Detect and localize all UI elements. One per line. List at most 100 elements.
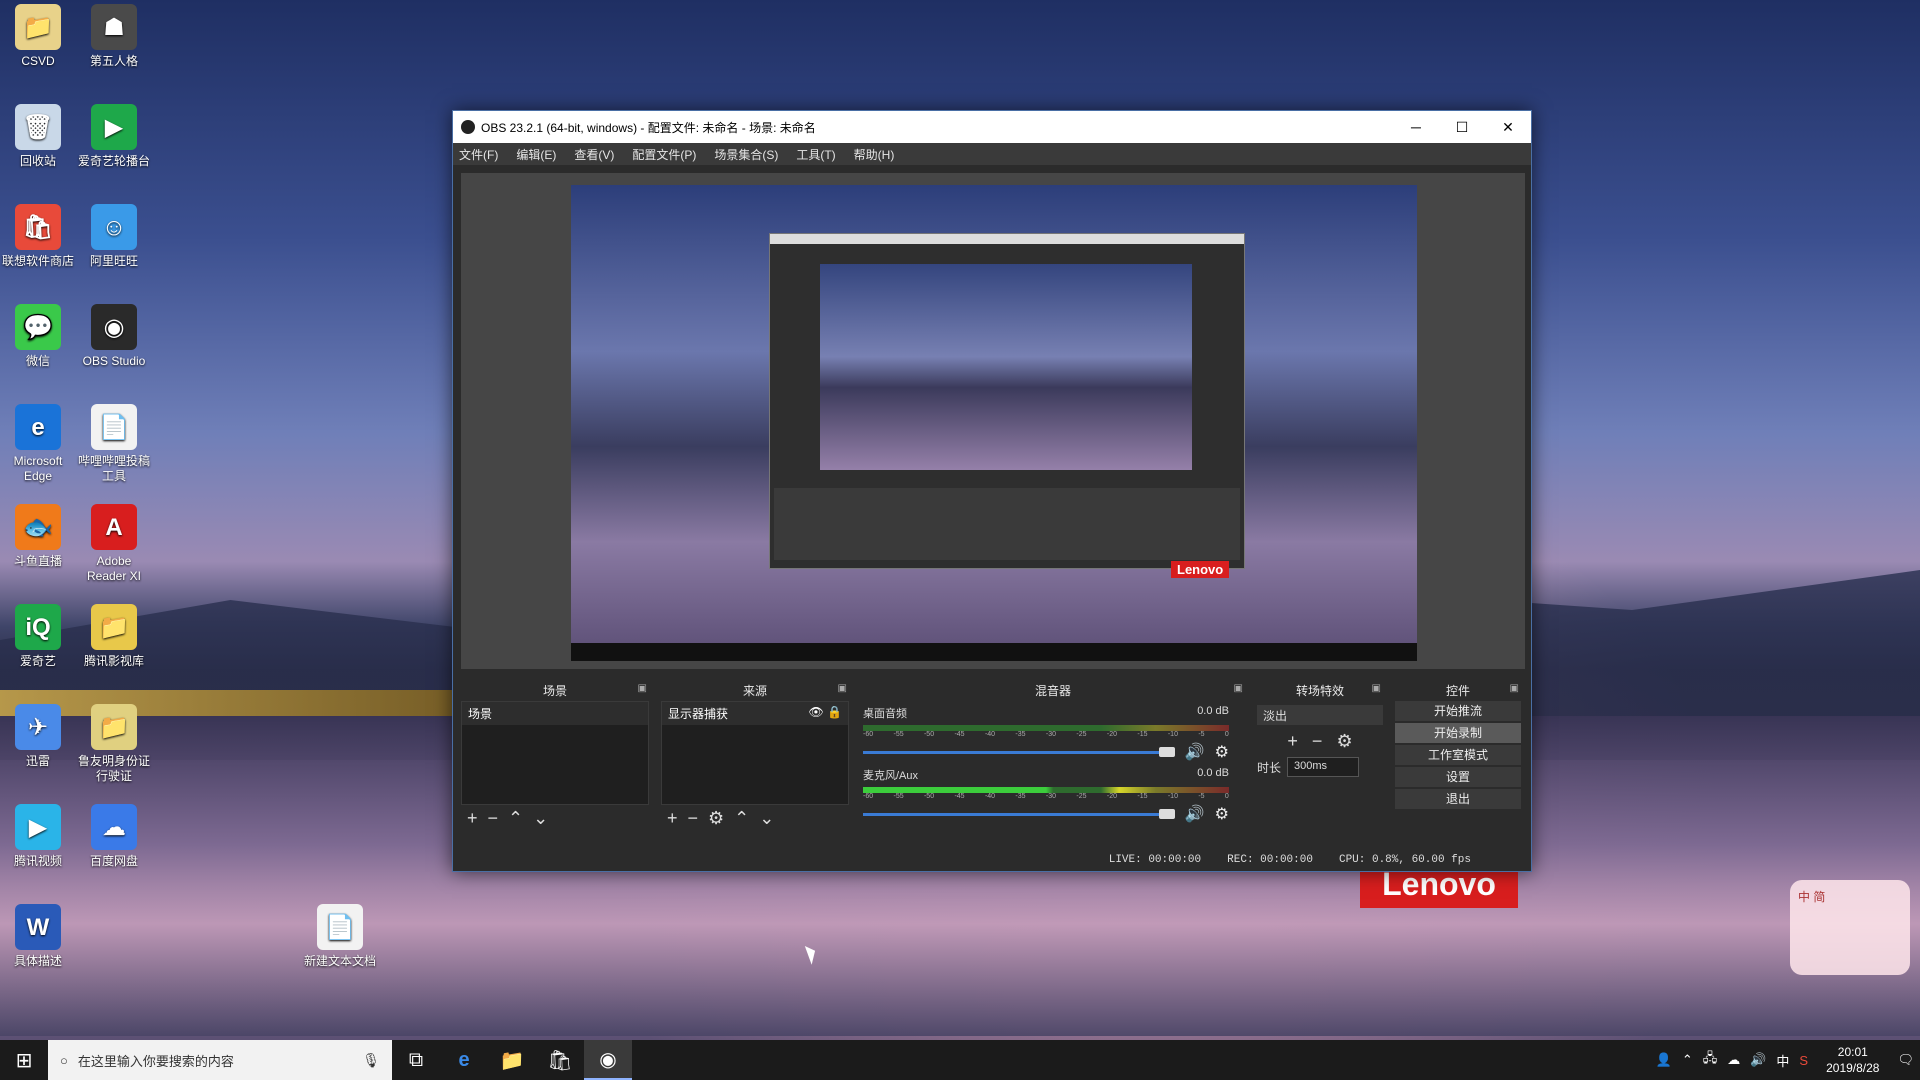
- people-icon[interactable]: 👤: [1656, 1052, 1672, 1068]
- gear-icon[interactable]: ⚙: [1215, 804, 1229, 824]
- desktop-icon[interactable]: ◉ OBS Studio: [76, 304, 152, 369]
- move-down-icon[interactable]: ⌄: [533, 808, 548, 829]
- ime-indicator[interactable]: 中: [1776, 1051, 1789, 1070]
- preview-display-capture[interactable]: Lenovo: [571, 185, 1417, 661]
- task-view-icon[interactable]: ⧉: [392, 1040, 440, 1080]
- meter-tick-label: -55: [893, 793, 904, 800]
- source-item[interactable]: 显示器捕获 👁 🔒: [662, 702, 848, 725]
- preview-lenovo-logo: Lenovo: [1171, 561, 1230, 578]
- dock-float-icon[interactable]: ▣: [1372, 683, 1381, 694]
- fader-knob[interactable]: [1158, 746, 1175, 757]
- menu-file[interactable]: 文件(F): [459, 146, 498, 163]
- meter-tick-label: -10: [1167, 793, 1178, 800]
- desktop-icon[interactable]: ✈ 迅雷: [0, 704, 76, 769]
- settings-button[interactable]: 设置: [1395, 767, 1521, 787]
- start-recording-button[interactable]: 开始录制: [1395, 723, 1521, 743]
- studio-mode-button[interactable]: 工作室模式: [1395, 745, 1521, 765]
- desktop-icon[interactable]: 🛍 联想软件商店: [0, 204, 76, 269]
- eye-icon[interactable]: 👁: [808, 705, 823, 719]
- desktop-icon[interactable]: 📁 腾讯影视库: [76, 604, 152, 669]
- meter-tick-label: -45: [954, 793, 965, 800]
- sources-dock: 来源 ▣ 显示器捕获 👁 🔒 + − ⚙ ⌃ ⌄: [657, 679, 853, 835]
- desktop-icon[interactable]: ☗ 第五人格: [76, 4, 152, 69]
- dock-float-icon[interactable]: ▣: [1510, 683, 1519, 694]
- speaker-icon[interactable]: 🔊: [1185, 804, 1205, 824]
- move-up-icon[interactable]: ⌃: [734, 808, 749, 829]
- scene-item[interactable]: 场景: [462, 702, 648, 725]
- speaker-icon[interactable]: 🔊: [1185, 742, 1205, 762]
- desktop-icon[interactable]: iQ 爱奇艺: [0, 604, 76, 669]
- desktop-icon[interactable]: 🗑 回收站: [0, 104, 76, 169]
- transitions-dock: 转场特效 ▣ 淡出 + − ⚙ 时长 300ms: [1253, 679, 1387, 835]
- desktop-icon[interactable]: 📁 CSVD: [0, 4, 76, 69]
- clock[interactable]: 20:01 2019/8/28: [1818, 1044, 1887, 1076]
- maximize-button[interactable]: ☐: [1439, 111, 1485, 143]
- obs-taskbar-icon[interactable]: ◉: [584, 1040, 632, 1080]
- sogou-icon[interactable]: S: [1799, 1053, 1808, 1068]
- lock-icon[interactable]: 🔒: [827, 705, 842, 719]
- move-up-icon[interactable]: ⌃: [508, 808, 523, 829]
- remove-scene-icon[interactable]: −: [488, 808, 499, 829]
- obs-titlebar[interactable]: OBS 23.2.1 (64-bit, windows) - 配置文件: 未命名…: [453, 111, 1531, 143]
- scenes-list[interactable]: 场景: [461, 701, 649, 805]
- fader-knob[interactable]: [1158, 808, 1175, 819]
- volume-fader[interactable]: [863, 808, 1175, 819]
- file-explorer-icon[interactable]: 📁: [488, 1040, 536, 1080]
- desktop-icon[interactable]: ▶ 爱奇艺轮播台: [76, 104, 152, 169]
- duration-spinbox[interactable]: 300ms: [1287, 757, 1360, 777]
- windows-start-icon[interactable]: ⊞: [0, 1040, 48, 1080]
- chevron-up-icon[interactable]: ⌃: [1682, 1052, 1693, 1068]
- menu-scene-collection[interactable]: 场景集合(S): [714, 146, 778, 163]
- menu-help[interactable]: 帮助(H): [854, 146, 895, 163]
- mixer-dock-header: 混音器 ▣: [857, 679, 1249, 701]
- close-button[interactable]: ✕: [1485, 111, 1531, 143]
- cloud-icon[interactable]: ☁: [1727, 1052, 1740, 1068]
- remove-source-icon[interactable]: −: [688, 808, 699, 829]
- network-icon[interactable]: 🖧: [1703, 1049, 1718, 1071]
- desktop-icon[interactable]: 💬 微信: [0, 304, 76, 369]
- remove-transition-icon[interactable]: −: [1312, 731, 1323, 752]
- menu-profile[interactable]: 配置文件(P): [632, 146, 696, 163]
- store-icon[interactable]: 🛍: [536, 1040, 584, 1080]
- volume-fader[interactable]: [863, 746, 1175, 757]
- desktop-icon[interactable]: W 具体描述: [0, 904, 76, 969]
- volume-icon[interactable]: 🔊: [1750, 1052, 1766, 1068]
- desktop-icon[interactable]: 🐟 斗鱼直播: [0, 504, 76, 569]
- dock-float-icon[interactable]: ▣: [638, 683, 647, 694]
- menu-tools[interactable]: 工具(T): [796, 146, 835, 163]
- notification-icon[interactable]: 🗨: [1897, 1052, 1914, 1068]
- sources-list[interactable]: 显示器捕获 👁 🔒: [661, 701, 849, 805]
- preview-nested-obs: [769, 233, 1245, 569]
- desktop-icon[interactable]: 📄 哔哩哔哩投稿工具: [76, 404, 152, 484]
- start-streaming-button[interactable]: 开始推流: [1395, 701, 1521, 721]
- menu-edit[interactable]: 编辑(E): [516, 146, 556, 163]
- taskbar-search-box[interactable]: ○ 在这里输入你要搜索的内容 🎙: [48, 1040, 392, 1080]
- desktop-icon[interactable]: 📄 新建文本文档: [302, 904, 378, 969]
- gear-icon[interactable]: ⚙: [1215, 742, 1229, 762]
- gear-icon[interactable]: ⚙: [1336, 731, 1352, 752]
- add-transition-icon[interactable]: +: [1287, 731, 1298, 752]
- desktop-icon[interactable]: ☁ 百度网盘: [76, 804, 152, 869]
- sources-toolbar: + − ⚙ ⌃ ⌄: [661, 805, 849, 831]
- transition-select[interactable]: 淡出: [1257, 705, 1383, 725]
- minimize-button[interactable]: ─: [1393, 111, 1439, 143]
- add-source-icon[interactable]: +: [667, 808, 678, 829]
- dock-float-icon[interactable]: ▣: [1234, 683, 1243, 694]
- desktop-icon-label: 爱奇艺轮播台: [77, 154, 150, 168]
- meter-tick-label: 0: [1224, 731, 1229, 738]
- desktop-icon[interactable]: ▶ 腾讯视频: [0, 804, 76, 869]
- move-down-icon[interactable]: ⌄: [759, 808, 774, 829]
- edge-taskbar-icon[interactable]: e: [440, 1040, 488, 1080]
- desktop-icon[interactable]: ☺ 阿里旺旺: [76, 204, 152, 269]
- gear-icon[interactable]: ⚙: [708, 808, 724, 829]
- microphone-icon[interactable]: 🎙: [362, 1052, 380, 1069]
- exit-button[interactable]: 退出: [1395, 789, 1521, 809]
- desktop-icon[interactable]: A Adobe Reader XI: [76, 504, 152, 584]
- dock-float-icon[interactable]: ▣: [838, 683, 847, 694]
- obs-preview-area[interactable]: Lenovo: [461, 173, 1525, 669]
- desktop-icon[interactable]: 📁 鲁友明身份证行驶证: [76, 704, 152, 784]
- desktop-icon[interactable]: e Microsoft Edge: [0, 404, 76, 484]
- menu-view[interactable]: 查看(V): [574, 146, 614, 163]
- add-scene-icon[interactable]: +: [467, 808, 478, 829]
- app-icon: 📁: [91, 604, 137, 650]
